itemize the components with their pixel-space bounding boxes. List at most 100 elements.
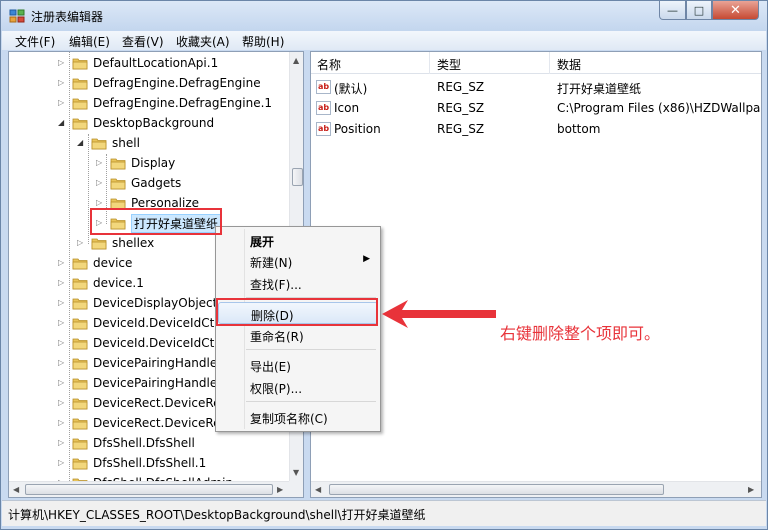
tree-expand-icon[interactable]: ▷ bbox=[58, 319, 66, 327]
menu-view[interactable]: 查看(V) bbox=[122, 33, 164, 50]
tree-item[interactable]: ▷ DfsShell.DfsShell bbox=[58, 433, 195, 453]
context-menu: 展开 新建(N) ▶ 查找(F)... 删除(D) 重命名(R) 导出(E) 权限(P)...… bbox=[215, 226, 381, 432]
tree-item[interactable]: ▷ DevicePairingHandler bbox=[58, 373, 222, 393]
menu-file[interactable]: 文件(F) bbox=[15, 33, 55, 50]
tree-item[interactable]: ▷ shellex bbox=[77, 233, 154, 253]
value-row[interactable]: ab Position REG_SZ bottom bbox=[311, 119, 761, 140]
column-separator[interactable] bbox=[429, 52, 430, 74]
values-horizontal-scrollbar[interactable]: ◀ ▶ bbox=[311, 481, 761, 497]
minimize-button[interactable]: — bbox=[659, 1, 686, 20]
tree-item-label: shell bbox=[112, 136, 140, 150]
tree-item-label: device.1 bbox=[93, 276, 144, 290]
tree-horizontal-scrollbar[interactable]: ◀ ▶ bbox=[9, 481, 289, 497]
folder-icon bbox=[72, 398, 88, 409]
tree-collapse-icon[interactable]: ◢ bbox=[58, 119, 66, 127]
values-horizontal-scroll-thumb[interactable] bbox=[329, 484, 664, 495]
column-separator[interactable] bbox=[549, 52, 550, 74]
tree-expand-icon[interactable]: ▷ bbox=[77, 239, 85, 247]
tree-item-label: DeviceId.DeviceIdCtrl bbox=[93, 316, 223, 330]
close-button[interactable]: ✕ bbox=[712, 1, 759, 20]
folder-icon bbox=[72, 318, 88, 329]
tree-item-label: DeviceRect.DeviceRec bbox=[93, 396, 228, 410]
tree-expand-icon[interactable]: ▷ bbox=[58, 399, 66, 407]
menu-favorites[interactable]: 收藏夹(A) bbox=[176, 33, 230, 50]
tree-item-label: DevicePairingHandler bbox=[93, 356, 223, 370]
folder-icon bbox=[72, 358, 88, 369]
tree-item[interactable]: ▷ DeviceId.DeviceIdCtrl bbox=[58, 333, 223, 353]
tree-item-label: DefaultLocationApi.1 bbox=[93, 56, 219, 70]
value-data: 打开好桌道壁纸 bbox=[557, 82, 642, 96]
tree-item[interactable]: ▷ DeviceRect.DeviceRec bbox=[58, 413, 227, 433]
tree-item[interactable]: ▷ DeviceRect.DeviceRec bbox=[58, 393, 227, 413]
tree-expand-icon[interactable]: ▷ bbox=[58, 99, 66, 107]
tree-expand-icon[interactable]: ▷ bbox=[58, 79, 66, 87]
tree-expand-icon[interactable]: ▷ bbox=[58, 299, 66, 307]
tree-expand-icon[interactable]: ▷ bbox=[58, 459, 66, 467]
folder-icon bbox=[72, 438, 88, 449]
context-menu-item[interactable]: 新建(N) ▶ bbox=[218, 250, 378, 272]
context-menu-item[interactable]: 复制项名称(C) bbox=[218, 406, 378, 428]
minimize-icon: — bbox=[667, 3, 678, 17]
scroll-up-icon[interactable]: ▲ bbox=[293, 56, 299, 65]
tree-item[interactable]: ▷ device bbox=[58, 253, 132, 273]
context-menu-item[interactable]: 导出(E) bbox=[218, 354, 378, 376]
scroll-right-icon[interactable]: ▶ bbox=[748, 485, 754, 494]
tree-expand-icon[interactable]: ▷ bbox=[58, 359, 66, 367]
tree-item[interactable]: ▷ device.1 bbox=[58, 273, 144, 293]
close-icon: ✕ bbox=[730, 2, 741, 18]
tree-horizontal-scroll-thumb[interactable] bbox=[25, 484, 273, 495]
folder-icon bbox=[91, 138, 107, 149]
tree-expand-icon[interactable]: ▷ bbox=[96, 159, 104, 167]
tree-item[interactable]: ▷ DefragEngine.DefragEngine.1 bbox=[58, 93, 272, 113]
tree-expand-icon[interactable]: ▷ bbox=[58, 339, 66, 347]
tree-item[interactable]: ▷ DeviceId.DeviceIdCtrl bbox=[58, 313, 223, 333]
value-data: bottom bbox=[557, 122, 601, 136]
status-path: 计算机\HKEY_CLASSES_ROOT\DesktopBackground\… bbox=[8, 508, 426, 522]
tree-expand-icon[interactable]: ▷ bbox=[58, 259, 66, 267]
column-header-data[interactable]: 数据 bbox=[557, 56, 581, 73]
folder-icon bbox=[72, 418, 88, 429]
tree-expand-icon[interactable]: ▷ bbox=[96, 199, 104, 207]
context-menu-item-label: 展开 bbox=[250, 235, 275, 249]
tree-item-label: Display bbox=[131, 156, 176, 170]
context-menu-item[interactable]: 查找(F)... bbox=[218, 272, 378, 294]
tree-item[interactable]: ▷ DefragEngine.DefragEngine bbox=[58, 73, 261, 93]
tree-expand-icon[interactable]: ▷ bbox=[96, 179, 104, 187]
menu-edit[interactable]: 编辑(E) bbox=[69, 33, 110, 50]
title-bar[interactable]: 注册表编辑器 — □ ✕ bbox=[1, 1, 767, 31]
tree-item[interactable]: ▷ DfsShell.DfsShell.1 bbox=[58, 453, 206, 473]
value-row[interactable]: ab (默认) REG_SZ 打开好桌道壁纸 bbox=[311, 77, 761, 98]
tree-item[interactable]: ▷ Display bbox=[96, 153, 175, 173]
scroll-left-icon[interactable]: ◀ bbox=[315, 485, 321, 494]
context-menu-item[interactable]: 权限(P)... bbox=[218, 376, 378, 398]
tree-expand-icon[interactable]: ▷ bbox=[58, 439, 66, 447]
scroll-down-icon[interactable]: ▼ bbox=[293, 468, 299, 477]
context-menu-separator bbox=[246, 349, 376, 350]
tree-item-label: device bbox=[93, 256, 133, 270]
tree-expand-icon[interactable]: ▷ bbox=[58, 379, 66, 387]
value-row[interactable]: ab Icon REG_SZ C:\Program Files (x86)\HZDWa… bbox=[311, 98, 761, 119]
tree-vertical-scroll-thumb[interactable] bbox=[292, 168, 303, 186]
scroll-right-icon[interactable]: ▶ bbox=[277, 485, 283, 494]
scroll-left-icon[interactable]: ◀ bbox=[13, 485, 19, 494]
maximize-icon: □ bbox=[693, 3, 705, 17]
tree-item[interactable]: ◢ shell bbox=[77, 133, 140, 153]
tree-expand-icon[interactable]: ▷ bbox=[58, 59, 66, 67]
menu-help[interactable]: 帮助(H) bbox=[242, 33, 284, 50]
column-header-type[interactable]: 类型 bbox=[437, 56, 461, 73]
context-menu-separator bbox=[246, 401, 376, 402]
tree-expand-icon[interactable]: ▷ bbox=[58, 419, 66, 427]
tree-item[interactable]: ▷ Gadgets bbox=[96, 173, 181, 193]
tree-item[interactable]: ◢ DesktopBackground bbox=[58, 113, 214, 133]
context-menu-item[interactable]: 重命名(R) bbox=[218, 324, 378, 346]
tree-item[interactable]: ▷ DefaultLocationApi.1 bbox=[58, 53, 218, 73]
tree-expand-icon[interactable]: ▷ bbox=[58, 279, 66, 287]
tree-collapse-icon[interactable]: ◢ bbox=[77, 139, 85, 147]
maximize-button[interactable]: □ bbox=[686, 1, 712, 20]
tree-item[interactable]: ▷ DevicePairingHandler bbox=[58, 353, 222, 373]
tree-item-label: DesktopBackground bbox=[93, 116, 215, 130]
column-header-name[interactable]: 名称 bbox=[317, 56, 341, 73]
context-menu-item-label: 新建(N) bbox=[250, 256, 293, 270]
context-menu-item[interactable]: 展开 bbox=[218, 229, 378, 251]
tree-item[interactable]: ▷ DeviceDisplayObject bbox=[58, 293, 217, 313]
